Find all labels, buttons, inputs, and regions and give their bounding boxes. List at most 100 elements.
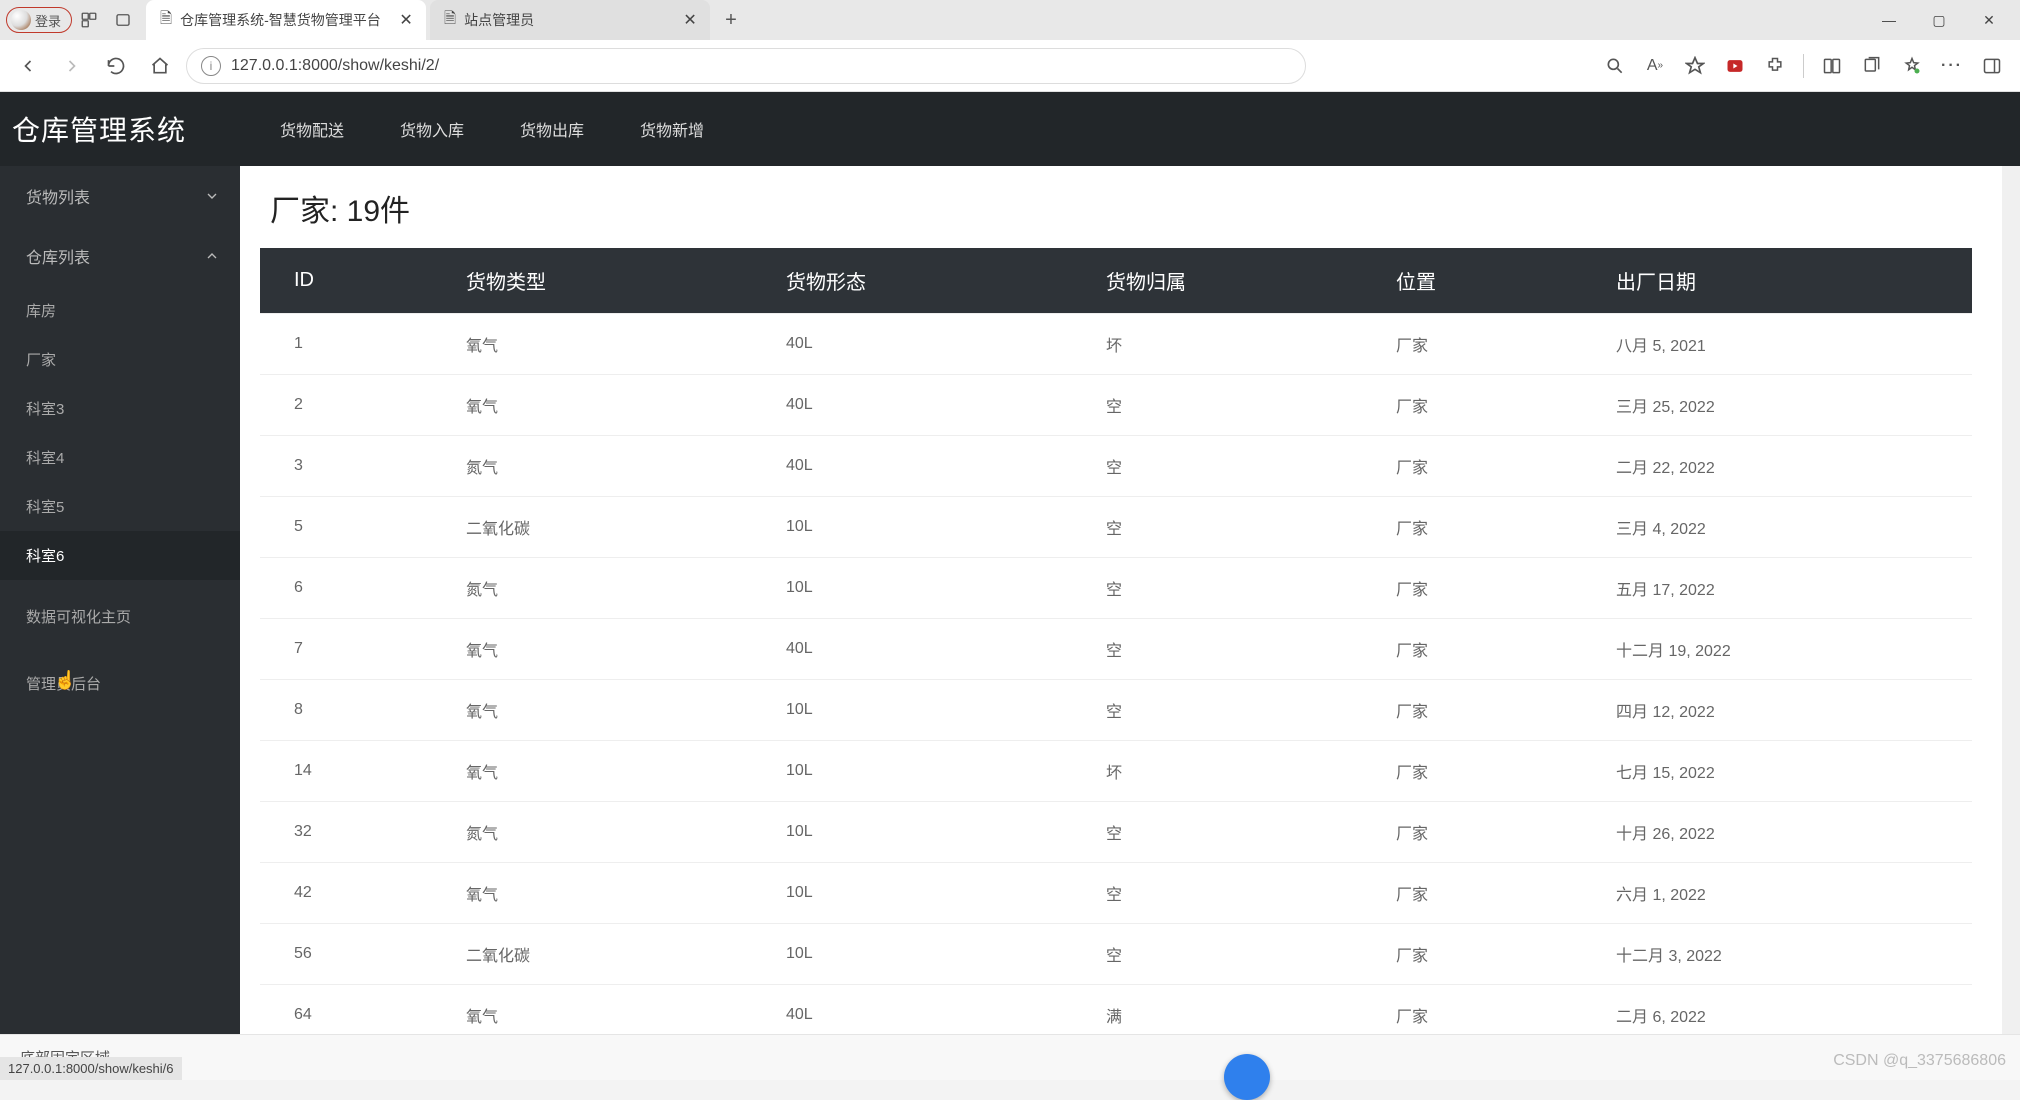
read-aloud-icon[interactable]: A» bbox=[1637, 48, 1673, 84]
forward-button[interactable] bbox=[54, 48, 90, 84]
tab-inactive[interactable]: 🗎 站点管理员 ✕ bbox=[430, 0, 710, 40]
nav-inbound[interactable]: 货物入库 bbox=[400, 117, 464, 141]
cell-type: 氧气 bbox=[440, 741, 760, 802]
split-screen-icon[interactable] bbox=[1814, 48, 1850, 84]
cell-form: 10L bbox=[760, 924, 1080, 985]
table-row[interactable]: 1氧气40L坏厂家八月 5, 2021 bbox=[260, 314, 1972, 375]
sidebar-group-warehouse[interactable]: 仓库列表 bbox=[0, 226, 240, 286]
cell-own: 空 bbox=[1080, 802, 1370, 863]
cell-date: 五月 17, 2022 bbox=[1590, 558, 1972, 619]
cell-type: 二氧化碳 bbox=[440, 924, 760, 985]
cell-own: 空 bbox=[1080, 497, 1370, 558]
site-info-icon[interactable]: i bbox=[201, 56, 221, 76]
tab-active[interactable]: 🗎 仓库管理系统-智慧货物管理平台 ✕ bbox=[146, 0, 426, 40]
sidebar: 货物列表 仓库列表 库房 厂家 科室3 科室4 科室5 科室6 数据可视化主页 … bbox=[0, 166, 240, 1034]
profile-chip[interactable]: 登录 bbox=[6, 7, 72, 33]
sidebar-group-label: 货物列表 bbox=[26, 184, 90, 208]
close-tab-icon[interactable]: ✕ bbox=[396, 10, 416, 30]
cell-own: 满 bbox=[1080, 985, 1370, 1035]
url-box[interactable]: i 127.0.0.1:8000/show/keshi/2/ bbox=[186, 48, 1306, 84]
nav-delivery[interactable]: 货物配送 bbox=[280, 117, 344, 141]
watermark: CSDN @q_3375686806 bbox=[1833, 1052, 2006, 1070]
cell-id: 1 bbox=[260, 314, 440, 375]
document-icon: 🗎 bbox=[444, 8, 456, 33]
sidebar-link-admin[interactable]: 管理员后台 bbox=[0, 659, 240, 708]
collections-icon[interactable] bbox=[1854, 48, 1890, 84]
cell-date: 十二月 3, 2022 bbox=[1590, 924, 1972, 985]
cell-id: 7 bbox=[260, 619, 440, 680]
table-row[interactable]: 7氧气40L空厂家十二月 19, 2022 bbox=[260, 619, 1972, 680]
table-row[interactable]: 3氮气40L空厂家二月 22, 2022 bbox=[260, 436, 1972, 497]
sidebar-item-storeroom[interactable]: 库房 bbox=[0, 286, 240, 335]
extensions-icon[interactable] bbox=[1757, 48, 1793, 84]
table-row[interactable]: 64氧气40L满厂家二月 6, 2022 bbox=[260, 985, 1972, 1035]
floating-action-icon[interactable] bbox=[1224, 1054, 1270, 1100]
table-row[interactable]: 2氧气40L空厂家三月 25, 2022 bbox=[260, 375, 1972, 436]
cell-form: 40L bbox=[760, 314, 1080, 375]
browser-tab-strip: 登录 🗎 仓库管理系统-智慧货物管理平台 ✕ 🗎 站点管理员 ✕ + — ▢ ✕ bbox=[0, 0, 2020, 40]
sidebar-item-keshi6[interactable]: 科室6 bbox=[0, 531, 240, 580]
more-icon[interactable]: ··· bbox=[1934, 48, 1970, 84]
minimize-button[interactable]: — bbox=[1864, 3, 1914, 37]
cell-loc: 厂家 bbox=[1370, 314, 1590, 375]
cell-loc: 厂家 bbox=[1370, 741, 1590, 802]
table-row[interactable]: 32氮气10L空厂家十月 26, 2022 bbox=[260, 802, 1972, 863]
table-row[interactable]: 42氧气10L空厂家六月 1, 2022 bbox=[260, 863, 1972, 924]
cell-own: 坏 bbox=[1080, 314, 1370, 375]
table-row[interactable]: 14氧气10L坏厂家七月 15, 2022 bbox=[260, 741, 1972, 802]
col-id: ID bbox=[260, 248, 440, 314]
table-row[interactable]: 56二氧化碳10L空厂家十二月 3, 2022 bbox=[260, 924, 1972, 985]
sidebar-group-label: 仓库列表 bbox=[26, 244, 90, 268]
close-tab-icon[interactable]: ✕ bbox=[680, 10, 700, 30]
cell-own: 空 bbox=[1080, 863, 1370, 924]
sidebar-group-goods[interactable]: 货物列表 bbox=[0, 166, 240, 226]
col-form: 货物形态 bbox=[760, 248, 1080, 314]
cell-loc: 厂家 bbox=[1370, 985, 1590, 1035]
favorite-icon[interactable] bbox=[1677, 48, 1713, 84]
reload-button[interactable] bbox=[98, 48, 134, 84]
cell-form: 40L bbox=[760, 436, 1080, 497]
tab-title: 仓库管理系统-智慧货物管理平台 bbox=[180, 10, 381, 30]
table-row[interactable]: 6氮气10L空厂家五月 17, 2022 bbox=[260, 558, 1972, 619]
cell-id: 14 bbox=[260, 741, 440, 802]
col-type: 货物类型 bbox=[440, 248, 760, 314]
sidebar-item-keshi5[interactable]: 科室5 bbox=[0, 482, 240, 531]
cell-own: 空 bbox=[1080, 436, 1370, 497]
performance-icon[interactable] bbox=[1894, 48, 1930, 84]
sidebar-item-keshi3[interactable]: 科室3 bbox=[0, 384, 240, 433]
cell-form: 10L bbox=[760, 497, 1080, 558]
cell-own: 空 bbox=[1080, 680, 1370, 741]
cell-date: 八月 5, 2021 bbox=[1590, 314, 1972, 375]
cell-date: 二月 6, 2022 bbox=[1590, 985, 1972, 1035]
cell-form: 40L bbox=[760, 375, 1080, 436]
sidebar-item-factory[interactable]: 厂家 bbox=[0, 335, 240, 384]
table-row[interactable]: 5二氧化碳10L空厂家三月 4, 2022 bbox=[260, 497, 1972, 558]
new-tab-button[interactable]: + bbox=[714, 3, 748, 37]
cell-type: 氮气 bbox=[440, 436, 760, 497]
app: 仓库管理系统 货物配送 货物入库 货物出库 货物新增 货物列表 仓库列表 库房 … bbox=[0, 92, 2020, 1080]
cell-id: 32 bbox=[260, 802, 440, 863]
sidebar-toggle-icon[interactable] bbox=[1974, 48, 2010, 84]
col-own: 货物归属 bbox=[1080, 248, 1370, 314]
cell-type: 氧气 bbox=[440, 375, 760, 436]
nav-new[interactable]: 货物新增 bbox=[640, 117, 704, 141]
top-nav-menu: 货物配送 货物入库 货物出库 货物新增 bbox=[240, 117, 704, 141]
video-ext-icon[interactable] bbox=[1717, 48, 1753, 84]
table-row[interactable]: 8氧气10L空厂家四月 12, 2022 bbox=[260, 680, 1972, 741]
cell-date: 十二月 19, 2022 bbox=[1590, 619, 1972, 680]
zoom-icon[interactable] bbox=[1597, 48, 1633, 84]
cell-own: 空 bbox=[1080, 375, 1370, 436]
cell-id: 6 bbox=[260, 558, 440, 619]
sidebar-item-keshi4[interactable]: 科室4 bbox=[0, 433, 240, 482]
tab-overview-icon[interactable] bbox=[106, 3, 140, 37]
sidebar-link-viz[interactable]: 数据可视化主页 bbox=[0, 592, 240, 641]
maximize-button[interactable]: ▢ bbox=[1914, 3, 1964, 37]
back-button[interactable] bbox=[10, 48, 46, 84]
scrollbar[interactable] bbox=[2002, 166, 2020, 1034]
cell-id: 2 bbox=[260, 375, 440, 436]
close-window-button[interactable]: ✕ bbox=[1964, 3, 2014, 37]
home-button[interactable] bbox=[142, 48, 178, 84]
nav-outbound[interactable]: 货物出库 bbox=[520, 117, 584, 141]
chevron-down-icon bbox=[204, 188, 220, 204]
workspaces-icon[interactable] bbox=[72, 3, 106, 37]
